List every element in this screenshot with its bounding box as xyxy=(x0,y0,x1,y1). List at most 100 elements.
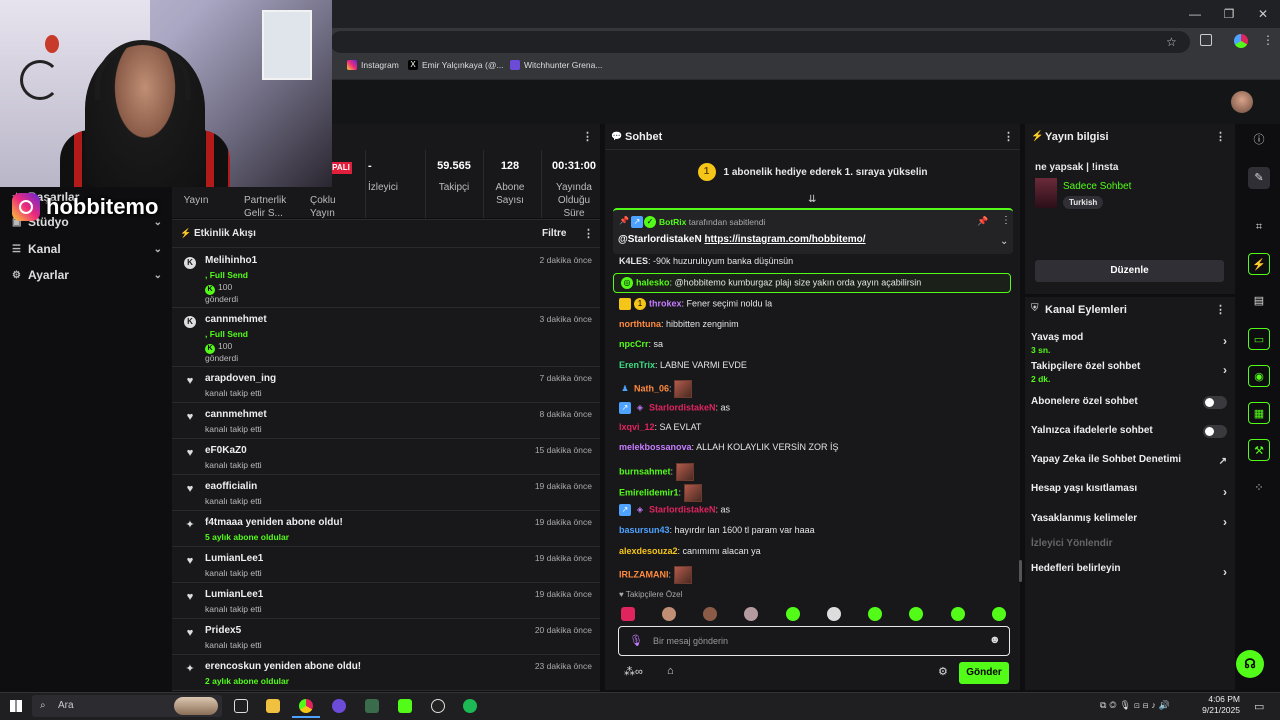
layout-icon[interactable]: ▦ xyxy=(1248,402,1270,424)
broadcast-icon[interactable]: ◉ xyxy=(1248,365,1270,387)
channel-action-item[interactable]: Yalnızca ifadelerle sohbet xyxy=(1031,425,1227,438)
chat-username[interactable]: ErenTrix xyxy=(619,360,655,370)
gear-icon[interactable]: ⚙ xyxy=(938,665,948,678)
chat-username[interactable]: StarlordistakeN xyxy=(649,402,716,412)
chat-message[interactable]: ♟ Nath_06: xyxy=(619,380,693,398)
crop-icon[interactable]: ⌗ xyxy=(1248,216,1270,238)
channel-action-item[interactable]: Yasaklanmış kelimeler › xyxy=(1031,513,1227,529)
pinned-link[interactable]: https://instagram.com/hobbitemo/ xyxy=(704,234,865,245)
chat-input[interactable]: 🎙 Bir mesaj gönderin ☻ xyxy=(618,626,1010,656)
spotify-icon[interactable] xyxy=(463,699,477,713)
help-button[interactable]: ☊ xyxy=(1236,650,1264,678)
chat-username[interactable]: lxqvi_12 xyxy=(619,422,655,432)
taskbar-search[interactable]: ⌕ Ara xyxy=(32,695,222,717)
close-button[interactable]: ✕ xyxy=(1246,0,1280,28)
emote-icon[interactable] xyxy=(951,607,965,621)
pinned-by-user[interactable]: BotRix xyxy=(659,217,686,227)
chat-username[interactable]: melekbossanova xyxy=(619,442,692,452)
chat-username[interactable]: Emirelidemir1 xyxy=(619,487,679,497)
info-icon[interactable]: ⓘ xyxy=(1248,129,1270,151)
chat-message[interactable]: 1 throkex: Fener seçimi noldu la xyxy=(619,298,772,310)
address-bar[interactable] xyxy=(330,31,1190,53)
chevron-down-icon[interactable]: ⌄ xyxy=(1000,236,1008,247)
chat-username[interactable]: StarlordistakeN xyxy=(649,504,716,514)
toggle-switch[interactable] xyxy=(1203,425,1227,438)
collapse-icon[interactable]: ⇊ xyxy=(808,194,816,205)
channel-action-item[interactable]: Yapay Zeka ile Sohbet Denetimi ↗ xyxy=(1031,454,1227,467)
nav-item-settings[interactable]: ⚙ Ayarlar ⌄ xyxy=(12,265,162,285)
activity-row[interactable]: ✦ erencoskun yeniden abone oldu! 2 aylık a… xyxy=(172,655,600,691)
activity-row[interactable]: ♥ eF0KaZ0 kanalı takip etti 15 dakika önce xyxy=(172,439,600,475)
chat-message[interactable]: IRLZAMANI: xyxy=(619,566,692,584)
kebab-menu-icon[interactable]: ⋮ xyxy=(582,130,593,143)
chat-message[interactable]: ◎ halesko: @hobbitemo kumburgaz plajı siz… xyxy=(621,277,921,289)
minimize-button[interactable]: — xyxy=(1178,0,1212,28)
chat-username[interactable]: K4LES xyxy=(619,256,648,266)
wrench-icon[interactable]: ⚒ xyxy=(1248,439,1270,461)
chat-message[interactable]: ↗ ◈ StarlordistakeN: as xyxy=(619,402,730,414)
activity-row[interactable]: ♥ LumianLee1 kanalı takip etti 19 dakika ön… xyxy=(172,583,600,619)
system-tray-icons[interactable]: ⧉◎🎙⊡⊟♪🔊 xyxy=(1100,700,1173,711)
bookmark-star-icon[interactable]: ☆ xyxy=(1166,35,1177,49)
app-icon[interactable] xyxy=(365,699,379,713)
discord-icon[interactable] xyxy=(332,699,346,713)
scrollbar[interactable] xyxy=(1019,560,1022,582)
store-icon[interactable]: ⌂ xyxy=(667,665,674,677)
channel-action-item[interactable]: Hesap yaşı kısıtlaması › xyxy=(1031,483,1227,499)
apps-icon[interactable]: ⁘ xyxy=(1248,477,1270,499)
activity-row[interactable]: ♥ Pridex5 kanalı takip etti 20 dakika önce xyxy=(172,619,600,655)
edit-button[interactable]: Düzenle xyxy=(1035,260,1224,282)
channel-action-item[interactable]: Abonelere özel sohbet xyxy=(1031,396,1227,409)
pin-icon[interactable]: 📌 xyxy=(977,216,988,227)
emoji-icon[interactable]: ☻ xyxy=(989,634,1001,646)
chat-message[interactable]: alexdesouza2: canımımı alacan ya xyxy=(619,546,761,556)
activity-row[interactable]: Kcannmehmet, Full Send K 100 gönderdi 3 daki… xyxy=(172,308,600,367)
extensions-icon[interactable] xyxy=(1200,34,1212,46)
chat-username[interactable]: halesko xyxy=(636,277,670,287)
file-explorer-icon[interactable] xyxy=(266,699,280,713)
chat-message[interactable]: northtuna: hibbitten zenginim xyxy=(619,319,739,329)
emote-icon[interactable] xyxy=(744,607,758,621)
microphone-icon[interactable]: 🎙 xyxy=(629,634,643,647)
chat-message[interactable]: basursun43: hayırdır lan 1600 tl param v… xyxy=(619,525,815,535)
bolt-icon[interactable]: ⚡ xyxy=(1248,253,1270,275)
activity-row[interactable]: ♥ arapdoven_ing kanalı takip etti 7 dakika … xyxy=(172,367,600,403)
emote-icon[interactable] xyxy=(909,607,923,621)
task-view-icon[interactable] xyxy=(234,699,248,713)
chat-message[interactable]: lxqvi_12: SA EVLAT xyxy=(619,422,701,432)
emote-icon[interactable] xyxy=(868,607,882,621)
menu-icon[interactable]: ⋮ xyxy=(1262,33,1274,47)
kick-icon[interactable] xyxy=(398,699,412,713)
stream-category[interactable]: Sadece Sohbet xyxy=(1063,181,1131,192)
chat-username[interactable]: basursun43 xyxy=(619,525,670,535)
toggle-switch[interactable] xyxy=(1203,396,1227,409)
chat-message[interactable]: ErenTrix: LABNE VARMI EVDE xyxy=(619,360,747,370)
activity-row[interactable]: ♥ cannmehmet kanalı takip etti 8 dakika önc… xyxy=(172,403,600,439)
chat-message[interactable]: Emirelidemir1: xyxy=(619,484,702,502)
chat-message[interactable]: npcCrr: sa xyxy=(619,339,663,349)
channel-action-item[interactable]: Takipçilere özel sohbet 2 dk. › xyxy=(1031,361,1227,384)
emote-icon[interactable] xyxy=(786,607,800,621)
activity-row[interactable]: ✦ f4tmaaa yeniden abone oldu! 5 aylık abon… xyxy=(172,511,600,547)
nav-item-channel[interactable]: ☰ Kanal ⌄ xyxy=(12,239,162,259)
chat-username[interactable]: northtuna xyxy=(619,319,661,329)
chat-username[interactable]: burnsahmet xyxy=(619,466,671,476)
kebab-menu-icon[interactable]: ⋮ xyxy=(1215,130,1226,143)
chrome-icon[interactable] xyxy=(299,699,313,713)
taskbar-clock[interactable]: 4:06 PM 9/21/2025 xyxy=(1202,694,1240,716)
emote-icon[interactable] xyxy=(703,607,717,621)
chat-username[interactable]: npcCrr xyxy=(619,339,649,349)
kebab-menu-icon[interactable]: ⋮ xyxy=(1003,130,1014,143)
filter-button[interactable]: Filtre xyxy=(542,228,566,239)
user-avatar[interactable] xyxy=(1231,91,1253,113)
bookmark-witchhunter[interactable]: Witchhunter Grena... xyxy=(510,60,602,70)
channel-action-item[interactable]: Yavaş mod 3 sn. › xyxy=(1031,332,1227,355)
windows-start-icon[interactable] xyxy=(10,700,22,712)
profile-icon[interactable] xyxy=(1234,34,1248,48)
pencil-icon[interactable]: ✎ xyxy=(1248,167,1270,189)
activity-row[interactable]: K Melihinho1, Full Send K 100 gönderdi 2 daki… xyxy=(172,249,600,308)
chat-message[interactable]: ↗ ◈ StarlordistakeN: as xyxy=(619,504,730,516)
chat-username[interactable]: IRLZAMANI xyxy=(619,569,669,579)
emote-icon[interactable] xyxy=(621,607,635,621)
chat-message[interactable]: K4LES: -90k huzuruluyum banka düşünsün xyxy=(619,256,793,266)
